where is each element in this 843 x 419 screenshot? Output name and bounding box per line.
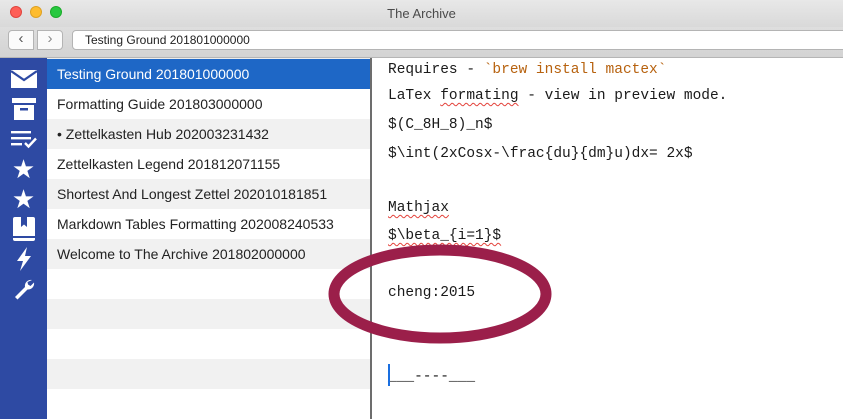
app-window: The Archive ‹ › ★ ★ Testing Ground 20180… [0, 0, 843, 419]
editor-line-citekey: cheng:2015 [388, 285, 476, 301]
inline-code: `brew install mactex` [483, 62, 667, 78]
empty-list-row [47, 269, 370, 299]
toolbar: ‹ › [0, 27, 843, 58]
note-list-item[interactable]: Formatting Guide 201803000000 [47, 89, 370, 119]
bookmark-icon[interactable] [0, 214, 47, 244]
empty-list-row [47, 299, 370, 329]
editor-line: ___----___ [388, 369, 476, 385]
note-editor[interactable]: Requires - `brew install mactex` LaTex f… [372, 58, 843, 419]
editor-line: Requires - `brew install mactex` [388, 62, 667, 78]
editor-line: Mathjax [388, 200, 449, 216]
editor-line: $\beta_{i=1}$ [388, 228, 501, 244]
note-list-item[interactable]: • Zettelkasten Hub 202003231432 [47, 119, 370, 149]
note-list-item[interactable]: Zettelkasten Legend 201812071155 [47, 149, 370, 179]
lightning-icon[interactable] [0, 244, 47, 274]
window-title: The Archive [387, 6, 456, 21]
archive-icon[interactable] [0, 94, 47, 124]
sidebar: ★ ★ [0, 58, 47, 419]
title-bar: The Archive [0, 0, 843, 27]
misspelled-word: formating [440, 88, 519, 104]
empty-list-row [47, 359, 370, 389]
note-list: Testing Ground 201801000000 Formatting G… [47, 58, 370, 419]
text-caret [388, 364, 390, 386]
back-button[interactable]: ‹ [8, 30, 34, 50]
star-icon[interactable]: ★ [0, 154, 47, 184]
note-list-item[interactable]: Shortest And Longest Zettel 202010181851 [47, 179, 370, 209]
omnibar-search-input[interactable] [72, 30, 843, 50]
inbox-icon[interactable] [0, 64, 47, 94]
checklist-icon[interactable] [0, 124, 47, 154]
editor-line: $\int(2xCosx-\frac{du}{dm}u)dx= 2x$ [388, 146, 693, 162]
editor-line: LaTex formating - view in preview mode. [388, 88, 728, 104]
star-icon[interactable]: ★ [0, 184, 47, 214]
misspelled-word: Mathjax [388, 200, 449, 216]
note-list-item[interactable]: Welcome to The Archive 201802000000 [47, 239, 370, 269]
note-list-item[interactable]: Markdown Tables Formatting 202008240533 [47, 209, 370, 239]
empty-list-row [47, 389, 370, 419]
wrench-icon[interactable] [0, 274, 47, 304]
forward-button[interactable]: › [37, 30, 63, 50]
note-list-item[interactable]: Testing Ground 201801000000 [47, 59, 370, 89]
editor-line: $(C_8H_8)_n$ [388, 117, 493, 133]
misspelled-word: $\beta_{i=1}$ [388, 228, 502, 244]
empty-list-row [47, 329, 370, 359]
